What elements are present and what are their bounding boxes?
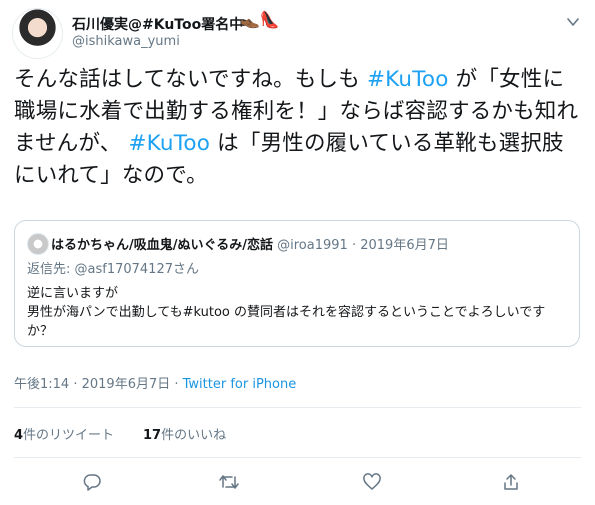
- retweet-label: 件のリツイート: [23, 428, 115, 443]
- engagement-stats: 4件のリツイート 17件のいいね: [14, 424, 226, 443]
- quoted-handle: @iroa1991: [277, 238, 348, 253]
- shoe-emoji-icons: 👞👠: [240, 10, 280, 29]
- hashtag-link[interactable]: #KuToo: [367, 67, 449, 92]
- user-handle[interactable]: @ishikawa_yumi: [72, 34, 180, 49]
- chevron-down-icon[interactable]: [566, 14, 580, 28]
- tweet-text-segment: そんな話はしてないですね。もしも: [14, 67, 367, 92]
- like-count: 17: [143, 428, 162, 443]
- action-bar: [0, 468, 595, 498]
- tweet-date[interactable]: · 2019年6月7日 ·: [73, 377, 178, 392]
- quoted-header: はるかちゃん/吸血鬼/ぬいぐるみ/恋話 @iroa1991 · 2019年6月7…: [51, 234, 449, 253]
- quoted-tweet[interactable]: はるかちゃん/吸血鬼/ぬいぐるみ/恋話 @iroa1991 · 2019年6月7…: [14, 220, 580, 347]
- retweet-count: 4: [14, 428, 24, 443]
- quoted-body-line: 逆に言いますが: [27, 286, 119, 301]
- tweet-time[interactable]: 午後1:14: [14, 377, 69, 392]
- like-heart-icon[interactable]: [358, 468, 386, 496]
- quoted-body: 逆に言いますが 男性が海パンで出勤しても#kutoo の賛同者はそれを容認すると…: [27, 284, 567, 341]
- quoted-avatar: [27, 233, 49, 255]
- like-label: 件のいいね: [161, 428, 227, 443]
- quoted-display-name: はるかちゃん/吸血鬼/ぬいぐるみ/恋話: [51, 238, 273, 253]
- reply-to-label: 返信先: @asf17074127さん: [27, 262, 199, 277]
- like-stat[interactable]: 17件のいいね: [143, 428, 226, 443]
- tweet-meta: 午後1:14 · 2019年6月7日 · Twitter for iPhone: [14, 373, 296, 392]
- retweet-stat[interactable]: 4件のリツイート: [14, 428, 114, 443]
- share-icon[interactable]: [497, 468, 525, 496]
- reply-icon[interactable]: [78, 468, 106, 496]
- divider: [14, 407, 581, 408]
- divider: [14, 457, 581, 458]
- retweet-icon[interactable]: [215, 468, 243, 496]
- quoted-date: · 2019年6月7日: [351, 238, 449, 253]
- quoted-body-line: 男性が海パンで出勤しても#kutoo の賛同者はそれを容認するということでよろし…: [27, 305, 546, 339]
- tweet-text: そんな話はしてないですね。もしも #KuToo が「女性に職場に水着で出勤する権…: [14, 64, 584, 192]
- source-link[interactable]: Twitter for iPhone: [183, 377, 297, 392]
- hashtag-link[interactable]: #KuToo: [128, 131, 210, 156]
- display-name[interactable]: 石川優実@#KuToo署名中: [72, 14, 243, 34]
- avatar[interactable]: [12, 8, 63, 59]
